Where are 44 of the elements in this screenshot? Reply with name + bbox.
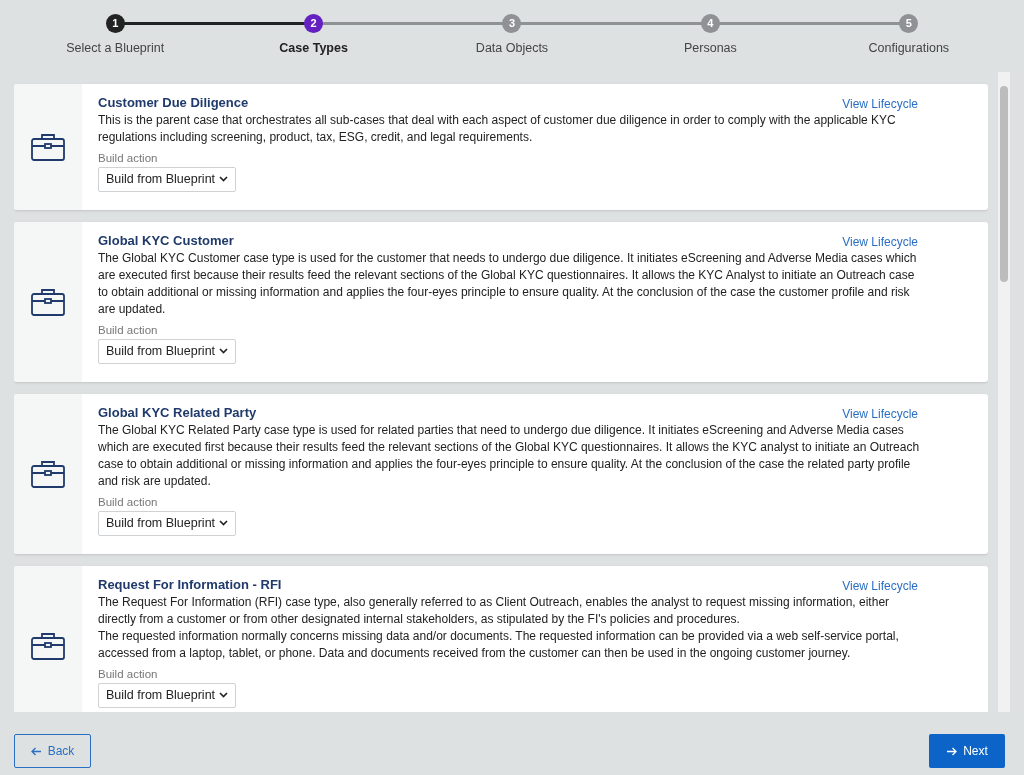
- field-label: Build action: [98, 666, 159, 682]
- step-number: 4: [700, 14, 720, 33]
- step-label[interactable]: Configurations: [868, 39, 950, 58]
- view-lifecycle-link[interactable]: View Lifecycle: [842, 576, 918, 595]
- view-lifecycle-link[interactable]: View Lifecycle: [842, 232, 918, 251]
- build-action-dropdown[interactable]: Build from Blueprint: [98, 338, 237, 364]
- chevron-down-icon: [219, 520, 229, 527]
- case-type-description: This is the parent case that orchestrates all sub-cases that deal with each aspect of customer due diligence in order to comply with the applicable KYC regulations including screening, product, tax, ESG, credit, and legal requirements.: [98, 112, 897, 146]
- case-type-description: The Global KYC Related Party case type is used for related parties that need to undergo due diligence. It initiates eScreening and Adverse Media cases which are executed first because their results feed the relevant sections of the Global KYC questionnaires. It allows the KYC analyst to initiate an Outreach case to obtain additional or missing information and applies the four-eyes principle to ensure quality. At the conclusion of the case the related party profile and risk are updated.: [98, 421, 921, 490]
- step-number: 5: [899, 14, 919, 33]
- field-label: Build action: [98, 494, 159, 510]
- briefcase-icon: [30, 630, 66, 661]
- case-type-title: Customer Due Diligence: [98, 94, 249, 112]
- case-type-description: The Global KYC Customer case type is used for the customer that needs to undergo due diligence. It initiates eScreening and Adverse Media cases which are executed first because their results feed the relevant sections of the Global KYC questionnaires. It allows the KYC Analyst to initiate an Outreach case to obtain additional or missing information and applies the four-eyes principle to ensure quality. At the conclusion of the case the customer profile and risk are updated.: [98, 249, 918, 318]
- view-lifecycle-link[interactable]: View Lifecycle: [842, 95, 918, 113]
- chevron-down-icon: [219, 176, 229, 183]
- back-button[interactable]: Back: [14, 734, 91, 768]
- briefcase-icon: [30, 286, 66, 317]
- arrow-right-icon: [946, 746, 958, 756]
- view-lifecycle-link[interactable]: View Lifecycle: [842, 404, 918, 423]
- build-action-dropdown[interactable]: Build from Blueprint: [98, 682, 237, 708]
- case-type-title: Global KYC Customer: [98, 231, 234, 250]
- briefcase-icon: [30, 131, 66, 162]
- next-button[interactable]: Next: [929, 734, 1005, 768]
- step-label[interactable]: Personas: [684, 39, 737, 58]
- build-action-dropdown[interactable]: Build from Blueprint: [98, 166, 237, 192]
- step-number: 2: [304, 14, 324, 33]
- step-number: 3: [502, 14, 522, 33]
- step-label[interactable]: Case Types: [279, 39, 348, 58]
- case-type-title: Request For Information - RFI: [98, 575, 282, 594]
- chevron-down-icon: [219, 348, 229, 355]
- step-label[interactable]: Data Objects: [475, 39, 549, 58]
- field-label: Build action: [98, 151, 159, 166]
- step-label[interactable]: Select a Blueprint: [66, 39, 165, 58]
- build-action-dropdown[interactable]: Build from Blueprint: [98, 510, 237, 536]
- step-number: 1: [105, 14, 125, 33]
- arrow-left-icon: [30, 746, 42, 756]
- case-type-description: The requested information normally concerns missing data and/or documents. The requested information can be provided via a web self-service portal, accessed from a laptop, tablet, or phone. Data and documents received from the customer can then be used in the ongoing customer journey.: [98, 627, 900, 662]
- briefcase-icon: [30, 458, 66, 489]
- field-label: Build action: [98, 322, 159, 338]
- chevron-down-icon: [219, 692, 229, 698]
- case-type-title: Global KYC Related Party: [98, 403, 257, 422]
- scrollbar[interactable]: [998, 72, 1010, 712]
- case-type-description: The Request For Information (RFI) case type, also generally referred to as Client Outreach, enables the analyst to request missing information, either directly from a customer or from other designated internal stakeholders, as stipulated by the FI's policies and procedures.: [98, 593, 891, 628]
